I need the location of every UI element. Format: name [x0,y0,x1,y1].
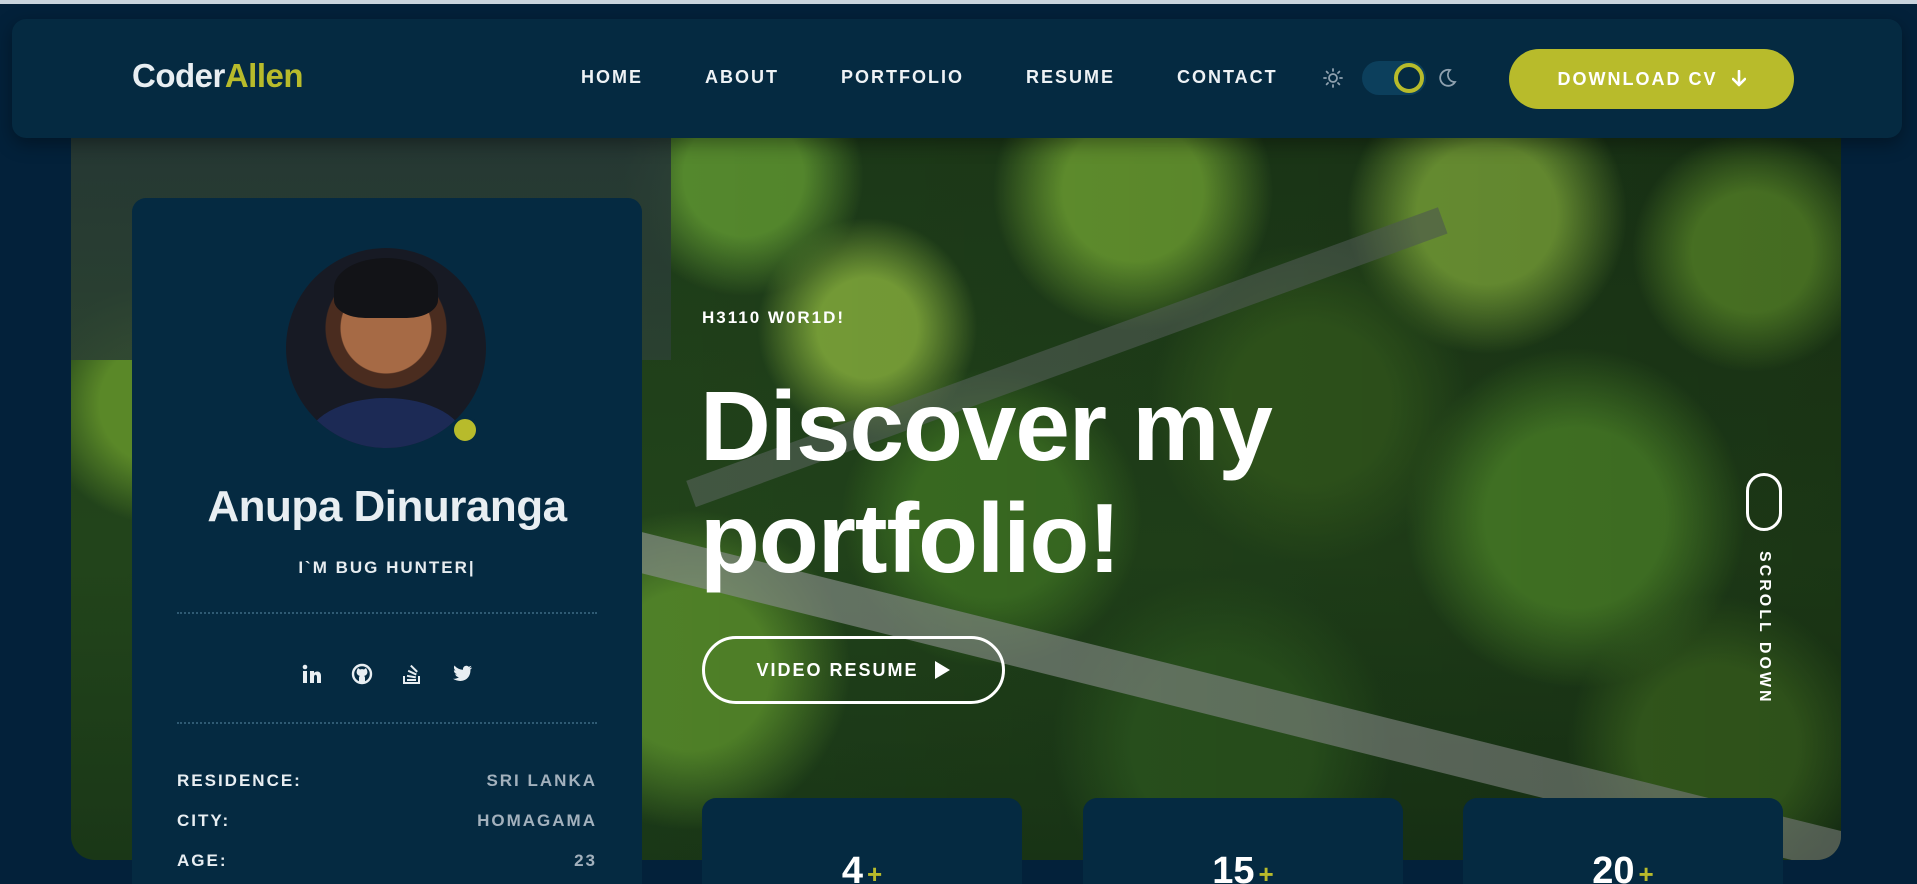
site-header: CoderAllen HOME ABOUT PORTFOLIO RESUME C… [12,19,1902,138]
info-value: SRI LANKA [486,771,597,790]
stat-card: 15 + [1083,798,1403,884]
browser-top-strip [0,0,1917,4]
divider [177,612,597,614]
info-value: HOMAGAMA [477,811,597,830]
video-resume-label: VIDEO RESUME [756,659,919,680]
sun-icon [1322,67,1344,89]
site-logo[interactable]: CoderAllen [132,57,304,95]
logo-part2: Allen [224,57,304,94]
scroll-down-indicator[interactable]: SCROLL DOWN [1746,473,1782,705]
stat-card: 4 + [702,798,1022,884]
download-cv-button[interactable]: DOWNLOAD CV [1509,49,1794,109]
info-row-city: CITY: HOMAGAMA [177,811,597,831]
info-row-age: AGE: 23 [177,851,597,871]
theme-switch[interactable] [1362,61,1426,95]
mouse-icon [1746,473,1782,531]
stat-card: 20 + [1463,798,1783,884]
plus-icon: + [1638,859,1654,884]
profile-role: I`M BUG HUNTER| [298,558,476,577]
nav-item-resume[interactable]: RESUME [1026,67,1115,88]
stat-value: 4 [841,850,863,884]
theme-switch-knob [1394,63,1424,93]
hero-headline-line2: portfolio! [700,483,1121,593]
divider [177,722,597,724]
video-resume-button[interactable]: VIDEO RESUME [702,636,1005,704]
linkedin-icon[interactable] [300,662,324,686]
info-label: AGE: [177,851,228,870]
profile-card: Anupa Dinuranga I`M BUG HUNTER| RESIDENC… [132,198,642,884]
stat-value: 15 [1212,850,1255,884]
twitter-icon[interactable] [450,662,474,686]
stackoverflow-icon[interactable] [400,662,424,686]
main-nav: HOME ABOUT PORTFOLIO RESUME CONTACT [581,67,1340,88]
download-cv-label: DOWNLOAD CV [1557,68,1718,89]
hero-eyebrow-wrap: H3110 W0R1D! [702,308,845,328]
hero-eyebrow: H3110 W0R1D! [702,308,846,327]
arrow-down-icon [1731,70,1746,88]
play-icon [933,660,951,680]
info-label: RESIDENCE: [177,771,302,790]
scroll-down-label: SCROLL DOWN [1756,551,1773,705]
logo-part1: Coder [132,57,225,94]
plus-icon: + [866,859,883,884]
info-value: 23 [574,851,597,870]
github-icon[interactable] [350,662,374,686]
info-label: CITY: [177,811,231,830]
online-status-dot [451,416,479,444]
moon-icon [1436,67,1458,89]
hero-headline: Discover my portfolio! [700,370,1273,594]
info-row-residence: RESIDENCE: SRI LANKA [177,771,597,791]
nav-item-about[interactable]: ABOUT [705,67,779,88]
nav-item-home[interactable]: HOME [581,67,643,88]
social-links [132,662,642,686]
plus-icon: + [1258,859,1274,884]
stat-value: 20 [1592,850,1635,884]
hero-headline-line1: Discover my [700,371,1273,481]
profile-name: Anupa Dinuranga [207,482,567,531]
theme-toggle[interactable] [1322,61,1458,95]
nav-item-portfolio[interactable]: PORTFOLIO [841,67,964,88]
nav-item-contact[interactable]: CONTACT [1177,67,1278,88]
